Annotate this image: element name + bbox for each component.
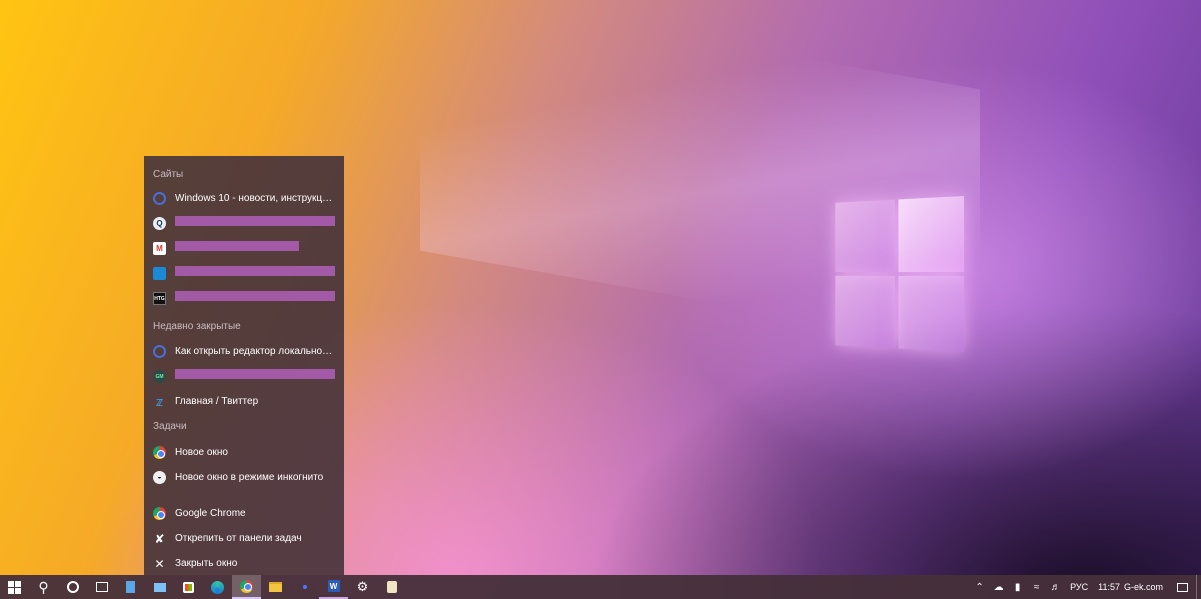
redacted-label <box>175 240 299 251</box>
gm-icon: GM <box>153 370 166 383</box>
jump-list-item[interactable]: HTG <box>144 286 344 311</box>
htg-icon: HTG <box>153 292 166 305</box>
twitter-icon: 𝕫 <box>155 394 164 409</box>
wifi-icon[interactable]: ≈ <box>1027 575 1046 599</box>
gear-icon: ⚙ <box>356 579 369 594</box>
show-desktop-button[interactable] <box>1196 575 1201 599</box>
notes-app[interactable] <box>116 575 145 599</box>
search-button[interactable]: ⚲ <box>29 575 58 599</box>
language-indicator[interactable]: РУС <box>1065 582 1093 592</box>
mail-icon <box>153 582 166 592</box>
globe-icon <box>153 345 166 358</box>
actions-list: Google Chrome ✘ Открепить от панели задач ✕… <box>144 501 344 576</box>
search-site-icon: Q <box>153 217 166 230</box>
dot-icon <box>302 585 307 589</box>
chevron-up-icon[interactable]: ⌃ <box>970 575 989 599</box>
site-label: G-ek.com <box>1123 582 1163 592</box>
start-button[interactable] <box>0 575 29 599</box>
jump-list-item-label: Закрыть окно <box>175 558 238 569</box>
redacted-label <box>175 265 335 276</box>
cloud-icon[interactable]: ☁ <box>989 575 1008 599</box>
jump-list-item[interactable]: ✕ Закрыть окно <box>144 551 344 576</box>
jump-list-item[interactable]: Q <box>144 211 344 236</box>
jump-list-item[interactable]: Как открыть редактор локальной гру... <box>144 339 344 364</box>
battery-icon[interactable]: ▮ <box>1008 575 1027 599</box>
redacted-label <box>175 290 335 301</box>
section-title-tasks: Задачи <box>153 421 187 432</box>
gmail-icon: M <box>153 242 166 255</box>
close-icon: ✕ <box>154 556 165 571</box>
jump-list-item[interactable]: ✘ Открепить от панели задач <box>144 526 344 551</box>
globe-icon <box>153 192 166 205</box>
volume-icon[interactable]: ♬ <box>1046 575 1065 599</box>
jump-list-item[interactable]: GM <box>144 364 344 389</box>
jump-list-item-label: Новое окно в режиме инкогнито <box>175 472 324 483</box>
section-title-recent: Недавно закрытые <box>153 321 241 332</box>
explorer-app[interactable] <box>261 575 290 599</box>
system-tray: ⌃ ☁ ▮ ≈ ♬ РУС 11:57 G-ek.com <box>970 575 1201 599</box>
store-app[interactable] <box>174 575 203 599</box>
jump-list-item-label: Как открыть редактор локальной гру... <box>175 346 335 357</box>
clock[interactable]: 11:57 G-ek.com <box>1093 582 1168 592</box>
jump-list-item-label: Windows 10 - новости, инструкции, о... <box>175 193 335 204</box>
edge-app[interactable] <box>203 575 232 599</box>
recent-list: Как открыть редактор локальной гру... GM 𝕫… <box>144 339 344 414</box>
jump-list-item-label: Главная / Твиттер <box>175 396 259 407</box>
folder-icon <box>269 582 282 592</box>
word-icon: W <box>327 580 340 592</box>
stack-icon <box>153 267 166 280</box>
chrome-icon <box>240 579 253 593</box>
jump-list-item[interactable]: ◒ Новое окно в режиме инкогнито <box>144 465 344 490</box>
task-view-button[interactable] <box>87 575 116 599</box>
chrome-app[interactable] <box>232 575 261 599</box>
notification-icon <box>1176 582 1188 592</box>
jump-list-item[interactable]: 𝕫 Главная / Твиттер <box>144 389 344 414</box>
cortana-icon <box>66 581 79 593</box>
windows-logo-icon <box>8 580 21 594</box>
notification-center-button[interactable] <box>1168 575 1196 599</box>
chrome-jump-list: Сайты Windows 10 - новости, инструкции, … <box>144 156 344 575</box>
word-app[interactable]: W <box>319 575 348 599</box>
clock-time: 11:57 <box>1098 582 1120 592</box>
taskbar: ⚲ W ⚙ ⌃ ☁ ▮ ≈ ♬ РУС 11:57 G-ek.com <box>0 575 1201 599</box>
jump-list-item-label: Открепить от панели задач <box>175 533 302 544</box>
store-icon <box>183 581 194 593</box>
jump-list-item[interactable]: Новое окно <box>144 440 344 465</box>
settings-app[interactable]: ⚙ <box>348 575 377 599</box>
jump-list-item-label: Новое окно <box>175 447 228 458</box>
jump-list-item-label: Google Chrome <box>175 508 246 519</box>
jump-list-item[interactable] <box>144 261 344 286</box>
jump-list-item[interactable]: M <box>144 236 344 261</box>
cortana-button[interactable] <box>58 575 87 599</box>
jump-list-item[interactable]: Google Chrome <box>144 501 344 526</box>
sites-list: Windows 10 - новости, инструкции, о... QM… <box>144 186 344 311</box>
chrome-icon <box>153 446 166 459</box>
unpin-icon: ✘ <box>154 531 165 546</box>
scroll-icon <box>386 581 397 593</box>
incognito-icon: ◒ <box>153 471 166 484</box>
tasks-list: Новое окно ◒ Новое окно в режиме инкогнито <box>144 440 344 490</box>
redacted-label <box>175 368 335 379</box>
document-icon <box>126 581 135 593</box>
task-view-icon <box>95 582 108 592</box>
mail-app[interactable] <box>145 575 174 599</box>
search-icon: ⚲ <box>38 578 49 595</box>
chrome-icon <box>153 507 166 520</box>
edge-icon <box>211 580 224 594</box>
windows-wallpaper-logo <box>835 196 964 352</box>
redacted-label <box>175 215 335 226</box>
small-app[interactable] <box>290 575 319 599</box>
notepad-app[interactable] <box>377 575 406 599</box>
